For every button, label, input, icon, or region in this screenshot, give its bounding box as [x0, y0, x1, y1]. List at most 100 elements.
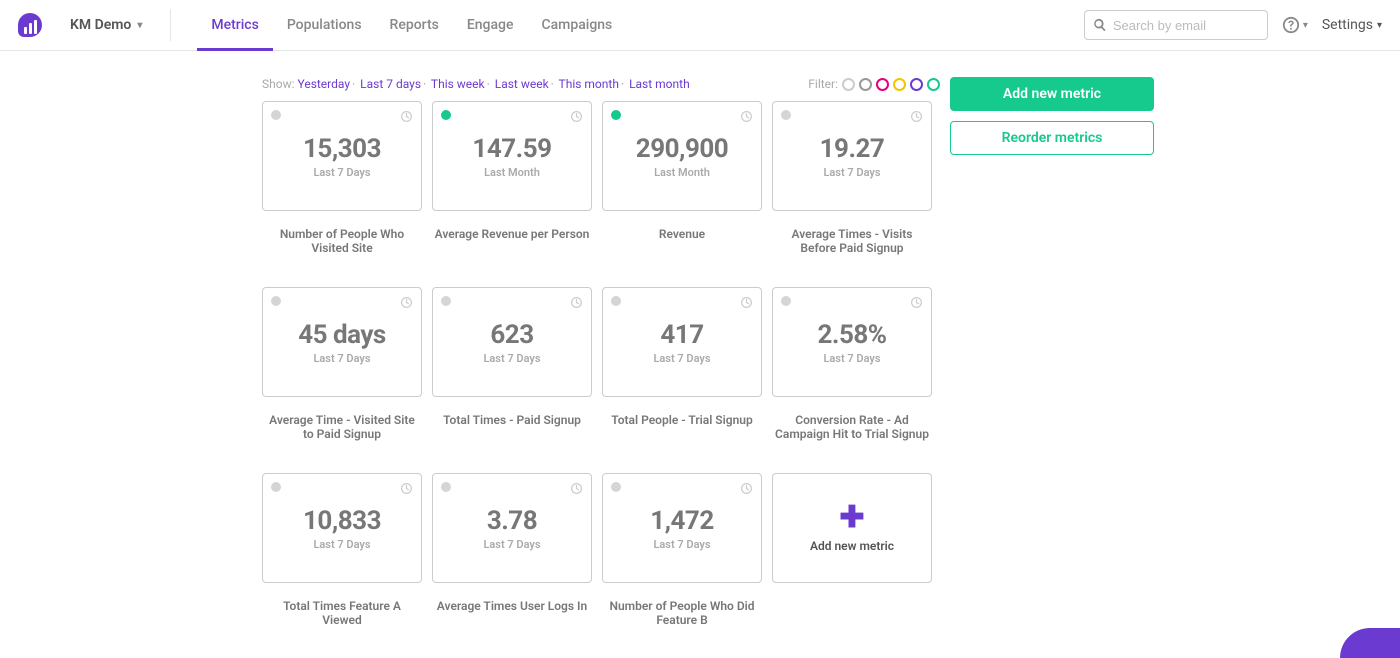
- filter-dot[interactable]: [893, 78, 906, 91]
- top-bar: KM Demo ▾ Metrics Populations Reports En…: [0, 0, 1400, 51]
- metric-cell: 3.78Last 7 Days Average Times User Logs I…: [432, 473, 592, 658]
- metric-title: Number of People Who Did Feature B: [602, 599, 762, 658]
- metric-card[interactable]: 3.78Last 7 Days: [432, 473, 592, 583]
- metric-title: Conversion Rate - Ad Campaign Hit to Tri…: [772, 413, 932, 473]
- metric-title: Total Times - Paid Signup: [432, 413, 592, 473]
- filter-dot[interactable]: [910, 78, 923, 91]
- metric-value: 45 days: [298, 320, 386, 350]
- settings-menu[interactable]: Settings ▾: [1322, 17, 1382, 33]
- range-lastweek[interactable]: Last week: [495, 77, 549, 91]
- metric-cell: 417Last 7 DaysTotal People - Trial Signu…: [602, 287, 762, 473]
- metric-period: Last 7 Days: [313, 538, 370, 551]
- metric-card[interactable]: 147.59 Last Month: [432, 101, 592, 211]
- filter-label: Filter:: [808, 77, 838, 91]
- nav-engage[interactable]: Engage: [453, 0, 528, 51]
- search-box[interactable]: [1084, 10, 1268, 40]
- metric-value: 623: [490, 320, 533, 350]
- filter-dot[interactable]: [876, 78, 889, 91]
- clock-icon: [570, 296, 583, 309]
- metric-value: 19.27: [820, 134, 885, 164]
- metric-value: 1,472: [650, 506, 714, 536]
- nav-campaigns[interactable]: Campaigns: [527, 0, 626, 51]
- nav-reports[interactable]: Reports: [376, 0, 453, 51]
- metric-value: 290,900: [636, 134, 728, 164]
- metric-period: Last 7 Days: [313, 166, 370, 179]
- metric-card[interactable]: 15,303 Last 7 Days: [262, 101, 422, 211]
- show-label: Show:: [262, 77, 295, 91]
- clock-icon: [910, 296, 923, 309]
- metric-card[interactable]: 45 days Last 7 Days: [262, 287, 422, 397]
- metric-card[interactable]: 623 Last 7 Days: [432, 287, 592, 397]
- metric-cell: 1,472 Last 7 Days Number of People Who Did…: [602, 473, 762, 658]
- add-new-metric-button[interactable]: Add new metric: [950, 77, 1154, 111]
- metric-card[interactable]: 1,472 Last 7 Days: [602, 473, 762, 583]
- nav-metrics[interactable]: Metrics: [197, 0, 272, 51]
- status-dot: [271, 110, 281, 120]
- clock-icon: [400, 482, 413, 495]
- metric-period: Last 7 Days: [823, 166, 880, 179]
- metric-period: Last 7 Days: [483, 352, 540, 365]
- metric-value: 2.58%: [817, 320, 886, 350]
- metric-card[interactable]: 10,833 Last 7 Days: [262, 473, 422, 583]
- search-icon: [1093, 18, 1107, 32]
- top-bar-right: ▾ Settings ▾: [1084, 10, 1382, 40]
- metric-value: 417: [660, 320, 703, 350]
- reorder-metrics-button[interactable]: Reorder metrics: [950, 121, 1154, 155]
- metric-period: Last 7 Days: [653, 538, 710, 551]
- status-dot: [611, 296, 621, 306]
- filter-dot[interactable]: [859, 78, 872, 91]
- app-logo[interactable]: [18, 13, 42, 37]
- range-thismonth[interactable]: This month: [559, 77, 619, 91]
- metric-period: Last Month: [484, 166, 540, 179]
- metric-card[interactable]: 290,900 Last Month: [602, 101, 762, 211]
- status-dot: [781, 110, 791, 120]
- metric-period: Last 7 Days: [653, 352, 710, 365]
- filter-dot[interactable]: [927, 78, 940, 91]
- metric-title: Total Times Feature A Viewed: [262, 599, 422, 658]
- help-icon: [1282, 16, 1300, 34]
- status-dot: [611, 110, 621, 120]
- workspace-switcher[interactable]: KM Demo ▾: [70, 9, 171, 41]
- metric-title: Average Times User Logs In: [432, 599, 592, 658]
- metric-cell: 623 Last 7 Days Total Times - Paid Signup: [432, 287, 592, 473]
- range-yesterday[interactable]: Yesterday: [298, 77, 351, 91]
- metric-cell: 15,303Last 7 DaysNumber of People Who Vi…: [262, 101, 422, 287]
- metric-period: Last Month: [654, 166, 710, 179]
- main-nav: Metrics Populations Reports Engage Campa…: [197, 0, 626, 51]
- plus-icon: ✚: [839, 503, 864, 533]
- metric-value: 15,303: [303, 134, 381, 164]
- clock-icon: [740, 110, 753, 123]
- metric-cell: 45 daysLast 7 DaysAverage Time - Visited…: [262, 287, 422, 473]
- metric-value: 147.59: [472, 134, 551, 164]
- metric-card[interactable]: 19.27 Last 7 Days: [772, 101, 932, 211]
- controls-row: Show: Yesterday· Last 7 days· This week·…: [262, 77, 940, 91]
- chevron-down-icon: ▾: [1377, 20, 1382, 31]
- status-dot: [611, 482, 621, 492]
- metric-cell: 19.27 Last 7 Days Average Times - Visits B…: [772, 101, 932, 287]
- metric-period: Last 7 Days: [823, 352, 880, 365]
- metric-period: Last 7 Days: [313, 352, 370, 365]
- date-range-selector: Show: Yesterday· Last 7 days· This week·…: [262, 77, 690, 91]
- metric-value: 10,833: [303, 506, 381, 536]
- range-last7days[interactable]: Last 7 days: [360, 77, 421, 91]
- clock-icon: [910, 110, 923, 123]
- filter-dot[interactable]: [842, 78, 855, 91]
- add-metric-tile[interactable]: ✚Add new metric: [772, 473, 932, 583]
- range-thisweek[interactable]: This week: [431, 77, 485, 91]
- metric-cell: 2.58% Last 7 Days Conversion Rate - Ad Cam…: [772, 287, 932, 473]
- metric-cell: ✚Add new metric: [772, 473, 932, 658]
- status-dot: [441, 110, 451, 120]
- help-menu[interactable]: ▾: [1282, 16, 1308, 34]
- metric-title: Average Times - Visits Before Paid Signu…: [772, 227, 932, 287]
- metric-card[interactable]: 2.58% Last 7 Days: [772, 287, 932, 397]
- metric-cell: 147.59Last MonthAverage Revenue per Pers…: [432, 101, 592, 287]
- metric-period: Last 7 Days: [483, 538, 540, 551]
- range-lastmonth[interactable]: Last month: [629, 77, 690, 91]
- metric-card[interactable]: 417 Last 7 Days: [602, 287, 762, 397]
- status-dot: [271, 296, 281, 306]
- color-filter: Filter:: [808, 77, 940, 91]
- chevron-down-icon: ▾: [1303, 20, 1308, 31]
- status-dot: [441, 296, 451, 306]
- search-input[interactable]: [1113, 18, 1259, 33]
- nav-populations[interactable]: Populations: [273, 0, 376, 51]
